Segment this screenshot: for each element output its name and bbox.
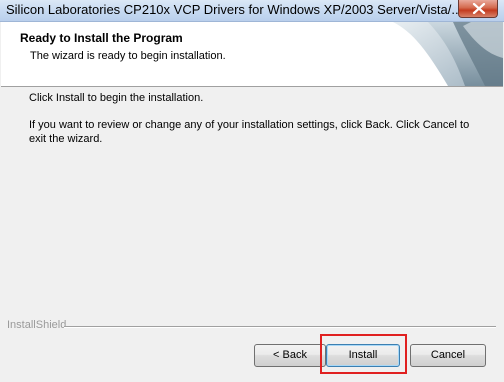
close-button[interactable] bbox=[458, 0, 498, 18]
install-button[interactable]: Install bbox=[326, 344, 400, 367]
back-button[interactable]: < Back bbox=[254, 344, 326, 367]
instruction-text: Click Install to begin the installation. bbox=[29, 92, 204, 104]
installshield-brand: InstallShield bbox=[7, 319, 67, 331]
window-title: Silicon Laboratories CP210x VCP Drivers … bbox=[6, 2, 463, 17]
wizard-header: Ready to Install the Program The wizard … bbox=[1, 22, 503, 87]
page-title: Ready to Install the Program bbox=[20, 31, 183, 45]
page-subtitle: The wizard is ready to begin installatio… bbox=[30, 50, 226, 62]
title-bar[interactable]: Silicon Laboratories CP210x VCP Drivers … bbox=[0, 0, 504, 22]
close-icon bbox=[472, 3, 486, 14]
installer-window: Silicon Laboratories CP210x VCP Drivers … bbox=[0, 0, 504, 382]
footer-divider bbox=[64, 326, 496, 328]
cancel-button[interactable]: Cancel bbox=[410, 344, 486, 367]
review-text: If you want to review or change any of y… bbox=[29, 119, 470, 145]
wizard-graphic bbox=[393, 22, 503, 86]
